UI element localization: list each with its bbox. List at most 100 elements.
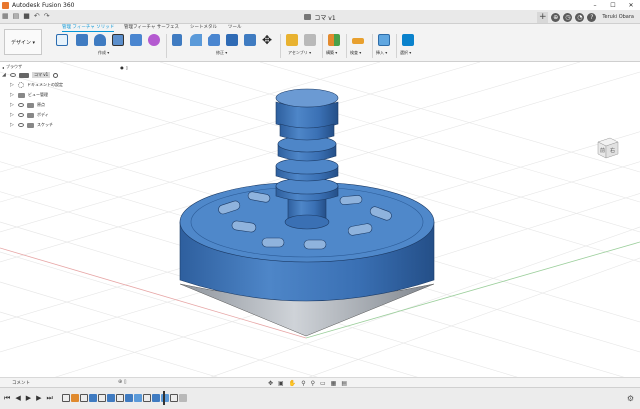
item-label: ドキュメントの設定: [27, 82, 63, 87]
visibility-eye-icon[interactable]: [18, 113, 24, 117]
job-status-icon[interactable]: ◷: [563, 12, 573, 22]
shell-icon[interactable]: [226, 34, 238, 46]
workspace-label: デザイン ▾: [10, 39, 36, 46]
chamfer-icon[interactable]: [208, 34, 220, 46]
expand-arrow-icon[interactable]: ▷: [10, 112, 15, 118]
sketch-feature-icon[interactable]: [62, 394, 70, 402]
modify-group-label[interactable]: 修正 ▾: [216, 50, 227, 56]
inspect-group-label[interactable]: 検査 ▾: [350, 50, 361, 56]
revolve-feature-icon[interactable]: [89, 394, 97, 402]
workspace-switcher[interactable]: デザイン ▾: [4, 29, 42, 55]
item-label: スケッチ: [37, 122, 53, 127]
browser-item-document-settings[interactable]: ▷ ドキュメントの設定: [2, 80, 130, 90]
comments-add-icon[interactable]: ⊕ ▯: [118, 379, 127, 385]
visibility-eye-icon[interactable]: [18, 123, 24, 127]
box-icon[interactable]: [130, 34, 142, 46]
pin-icon[interactable]: ●: [120, 65, 124, 70]
hole-icon[interactable]: [112, 34, 124, 46]
tab-tools[interactable]: ツール: [228, 24, 242, 32]
press-pull-icon[interactable]: [172, 34, 182, 46]
visibility-eye-icon[interactable]: [18, 103, 24, 107]
sketch-feature-icon[interactable]: [98, 394, 106, 402]
separator: [280, 34, 281, 58]
browser-item-sketches[interactable]: ▷ スケッチ: [2, 120, 130, 130]
browser-item-origin[interactable]: ▷ 原点: [2, 100, 130, 110]
fillet-feature-icon[interactable]: [134, 394, 142, 402]
new-tab-button[interactable]: +: [537, 11, 549, 23]
timeline-marker[interactable]: [163, 391, 165, 405]
step-forward-icon[interactable]: ▶: [36, 394, 41, 403]
offset-plane-icon[interactable]: [328, 34, 340, 46]
browser-root-node[interactable]: ◢ コマ v1: [2, 70, 130, 80]
extrude-feature-icon[interactable]: [107, 394, 115, 402]
go-to-start-icon[interactable]: ⏮: [4, 394, 10, 403]
viewcube-right-label: 右: [610, 147, 615, 154]
joint-icon[interactable]: [304, 34, 316, 46]
expand-arrow-icon[interactable]: ▷: [10, 102, 15, 108]
create-sketch-icon[interactable]: [56, 34, 68, 46]
notification-icon[interactable]: ◔: [575, 12, 585, 22]
viewports-icon[interactable]: ▤: [341, 380, 347, 387]
form-icon[interactable]: [148, 34, 160, 46]
orbit-icon[interactable]: ✥: [268, 380, 273, 387]
sketch-feature-icon[interactable]: [143, 394, 151, 402]
feature-icon[interactable]: [179, 394, 187, 402]
select-cursor-icon[interactable]: [402, 34, 414, 46]
extrude-feature-icon[interactable]: [125, 394, 133, 402]
insert-image-icon[interactable]: [378, 34, 390, 46]
zoom-icon[interactable]: ⚲: [301, 380, 305, 387]
sketch-feature-icon[interactable]: [80, 394, 88, 402]
extensions-icon[interactable]: ⊕: [551, 12, 561, 22]
expand-arrow-icon[interactable]: ▷: [10, 122, 15, 128]
new-component-icon[interactable]: [286, 34, 298, 46]
viewcube[interactable]: 前 右: [594, 134, 620, 160]
component-icon: [19, 72, 29, 78]
assemble-group-label[interactable]: アセンブリ ▾: [288, 50, 311, 56]
feature-icon[interactable]: [71, 394, 79, 402]
fillet-icon[interactable]: [190, 34, 202, 46]
browser-item-bodies[interactable]: ▷ ボディ: [2, 110, 130, 120]
pan-icon[interactable]: ✋: [289, 380, 296, 387]
separator: [396, 34, 397, 58]
expand-arrow-icon[interactable]: ▷: [10, 82, 15, 88]
right-nav: + ⊕ ◷ ◔ ? Teruki Obara: [537, 10, 640, 24]
create-group-label[interactable]: 作成 ▾: [98, 50, 109, 56]
play-icon[interactable]: ▶: [26, 394, 31, 403]
expand-arrow-icon[interactable]: ▷: [10, 92, 15, 98]
combine-icon[interactable]: [244, 34, 256, 46]
look-at-icon[interactable]: ▣: [278, 380, 284, 387]
measure-icon[interactable]: [352, 38, 364, 44]
activate-radio-icon[interactable]: [53, 72, 59, 78]
tab-solid[interactable]: 管理 フィーチャ ソリッド: [62, 24, 115, 32]
tab-surface[interactable]: 管理フィーチャ サーフェス: [124, 24, 179, 32]
extrude-icon[interactable]: [76, 34, 88, 46]
collapse-icon[interactable]: ◂: [2, 65, 4, 70]
move-icon[interactable]: ✥: [262, 33, 272, 47]
revolve-icon[interactable]: [94, 34, 106, 46]
grid-settings-icon[interactable]: ▦: [331, 380, 337, 387]
timeline-controls: ⏮ ◀ ▶ ▶ ⏭: [4, 394, 53, 403]
close-window-button[interactable]: ✕: [622, 0, 640, 10]
expand-icon[interactable]: ▯: [126, 65, 128, 70]
expand-arrow-icon[interactable]: ◢: [2, 72, 7, 78]
fit-icon[interactable]: ⚲: [311, 380, 315, 387]
spinning-top-model: [179, 88, 435, 337]
maximize-button[interactable]: ☐: [604, 0, 622, 10]
sketch-feature-icon[interactable]: [116, 394, 124, 402]
pattern-feature-icon[interactable]: [152, 394, 160, 402]
help-icon[interactable]: ?: [587, 12, 597, 22]
tab-sheet-metal[interactable]: シートメタル: [190, 24, 217, 32]
sketch-feature-icon[interactable]: [170, 394, 178, 402]
display-settings-icon[interactable]: ▭: [320, 380, 326, 387]
browser-item-named-views[interactable]: ▷ ビュー管理: [2, 90, 130, 100]
construct-group-label[interactable]: 構築 ▾: [326, 50, 337, 56]
step-back-icon[interactable]: ◀: [15, 394, 20, 403]
visibility-eye-icon[interactable]: [10, 73, 16, 77]
go-to-end-icon[interactable]: ⏭: [46, 394, 52, 403]
separator: [166, 34, 167, 58]
select-group-label[interactable]: 選択 ▾: [400, 50, 411, 56]
insert-group-label[interactable]: 挿入 ▾: [376, 50, 387, 56]
user-name[interactable]: Teruki Obara: [602, 14, 634, 20]
timeline-settings-gear-icon[interactable]: ⚙: [627, 394, 634, 403]
minimize-button[interactable]: –: [586, 0, 604, 10]
